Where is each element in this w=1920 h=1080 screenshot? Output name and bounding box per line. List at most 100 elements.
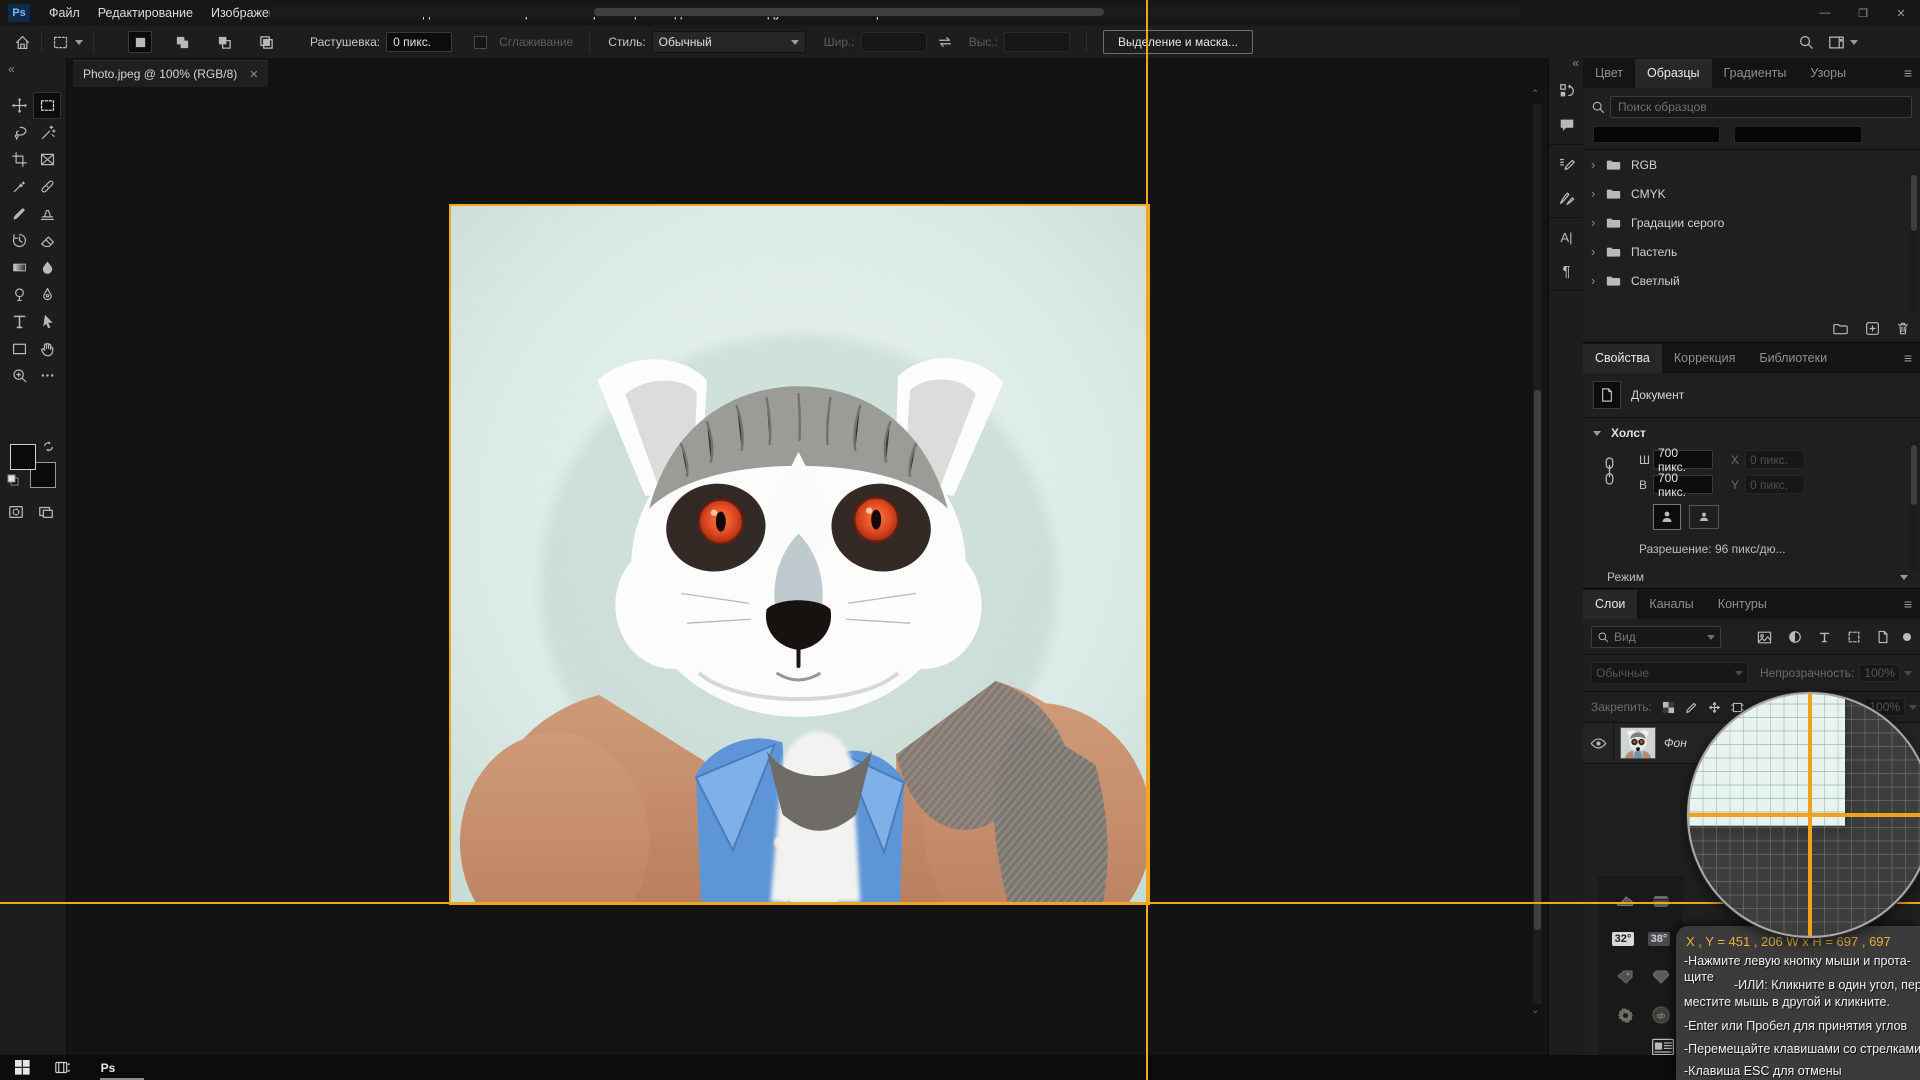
select-and-mask-button[interactable]: Выделение и маска... xyxy=(1103,30,1253,54)
clone-stamp-tool[interactable] xyxy=(33,200,61,227)
tab-swatches[interactable]: Образцы xyxy=(1635,59,1712,88)
scroll-down-arrow[interactable]: ⌄ xyxy=(1531,1006,1539,1016)
layer-visibility-toggle[interactable] xyxy=(1583,723,1614,763)
portrait-orientation-button[interactable] xyxy=(1653,504,1681,530)
layer-name[interactable]: Фон xyxy=(1664,736,1687,750)
blur-tool[interactable] xyxy=(33,254,61,281)
home-icon[interactable] xyxy=(14,34,31,51)
swatch-search-field[interactable] xyxy=(1616,99,1906,115)
hand-tool[interactable] xyxy=(33,335,61,362)
filter-shape-layers-icon[interactable] xyxy=(1847,630,1861,644)
feather-input[interactable]: 0 пикс. xyxy=(386,32,452,52)
swatch-group-cmyk[interactable]: › CMYK xyxy=(1583,179,1920,208)
tab-properties[interactable]: Свойства xyxy=(1583,344,1662,373)
section-expand-icon[interactable] xyxy=(1593,431,1601,436)
paragraph-panel-icon[interactable]: ¶ xyxy=(1549,254,1584,288)
windows-start-button[interactable] xyxy=(2,1055,42,1080)
canvas-width-input[interactable]: 700 пикс. xyxy=(1653,450,1713,469)
edit-toolbar-icon[interactable] xyxy=(33,362,61,389)
filter-adjustment-layers-icon[interactable] xyxy=(1788,630,1802,644)
new-group-icon[interactable] xyxy=(1832,321,1849,336)
horizontal-scroll-thumb[interactable] xyxy=(594,8,1104,16)
swatch-group-light[interactable]: › Светлый xyxy=(1583,266,1920,295)
chevron-down-icon[interactable] xyxy=(1900,575,1908,580)
brush-settings-panel-icon[interactable] xyxy=(1549,147,1584,181)
recent-swatch[interactable] xyxy=(1734,126,1862,143)
delete-icon[interactable] xyxy=(1896,321,1910,336)
zoom-tool[interactable] xyxy=(5,362,33,389)
canvas-height-input[interactable]: 700 пикс. xyxy=(1653,475,1713,494)
foreground-color-swatch[interactable] xyxy=(10,444,36,470)
type-tool[interactable] xyxy=(5,308,33,335)
new-selection-mode-button[interactable] xyxy=(128,31,152,53)
crop-tool[interactable] xyxy=(5,146,33,173)
tool-preset-icon[interactable] xyxy=(52,34,83,51)
gem-icon[interactable] xyxy=(1648,966,1674,988)
dodge-tool[interactable] xyxy=(5,281,33,308)
history-brush-tool[interactable] xyxy=(5,227,33,254)
lasso-tool[interactable] xyxy=(5,119,33,146)
layer-filter-select[interactable]: Вид xyxy=(1591,626,1721,648)
layer-thumbnail[interactable] xyxy=(1620,727,1656,759)
landscape-orientation-button[interactable] xyxy=(1689,505,1719,529)
eyedropper-tool[interactable] xyxy=(5,173,33,200)
tab-adjustments[interactable]: Коррекция xyxy=(1662,344,1747,373)
menu-file[interactable]: Файл xyxy=(40,6,89,20)
panel-menu-icon[interactable]: ≡ xyxy=(1904,65,1912,81)
search-icon[interactable] xyxy=(1798,34,1814,50)
temp-32-badge[interactable]: 32° xyxy=(1610,928,1636,950)
swatch-search-input[interactable] xyxy=(1610,96,1912,118)
eraser-tool[interactable] xyxy=(33,227,61,254)
menu-edit[interactable]: Редактирование xyxy=(89,6,202,20)
filter-toggle-dot[interactable] xyxy=(1903,633,1911,641)
quick-mask-icon[interactable] xyxy=(8,504,24,520)
brush-tool[interactable] xyxy=(5,200,33,227)
rectangular-marquee-tool[interactable] xyxy=(33,92,61,119)
horizontal-scrollbar[interactable] xyxy=(270,7,1520,17)
link-dimensions-icon[interactable] xyxy=(1603,456,1616,486)
tag-icon[interactable] xyxy=(1612,966,1638,988)
default-colors-icon[interactable] xyxy=(7,474,19,486)
swatch-group-rgb[interactable]: › RGB xyxy=(1583,150,1920,179)
character-panel-icon[interactable]: A| xyxy=(1549,220,1584,254)
collapse-tools-icon[interactable]: « xyxy=(8,62,14,76)
filter-pixel-layers-icon[interactable] xyxy=(1757,631,1772,644)
tab-patterns[interactable]: Узоры xyxy=(1798,59,1858,88)
swatch-group-pastel[interactable]: › Пастель xyxy=(1583,237,1920,266)
taskbar-photoshop-button[interactable]: Ps xyxy=(88,1055,128,1080)
collapse-panels-icon[interactable]: « xyxy=(1572,56,1578,70)
history-panel-icon[interactable] xyxy=(1549,74,1584,108)
document-tab[interactable]: Photo.jpeg @ 100% (RGB/8) ✕ xyxy=(73,60,268,87)
move-tool[interactable] xyxy=(5,92,33,119)
gradient-tool[interactable] xyxy=(5,254,33,281)
qb-icon[interactable]: qb xyxy=(1648,1004,1674,1026)
capture-selection-rectangle[interactable] xyxy=(449,204,1150,905)
tab-libraries[interactable]: Библиотеки xyxy=(1747,344,1839,373)
close-button[interactable]: ✕ xyxy=(1882,0,1920,26)
filter-type-layers-icon[interactable] xyxy=(1818,631,1831,644)
minimize-button[interactable]: — xyxy=(1806,0,1844,26)
tab-color[interactable]: Цвет xyxy=(1583,59,1635,88)
swatches-scroll-thumb[interactable] xyxy=(1911,175,1917,231)
path-select-tool[interactable] xyxy=(33,308,61,335)
brushes-panel-icon[interactable] xyxy=(1549,181,1584,215)
taskbar-app-icon[interactable] xyxy=(42,1055,82,1080)
antialias-checkbox[interactable] xyxy=(474,36,487,49)
workspace-icon[interactable] xyxy=(1828,35,1858,50)
gear-icon[interactable] xyxy=(1612,1004,1638,1026)
properties-scroll-thumb[interactable] xyxy=(1911,445,1917,505)
swap-colors-icon[interactable] xyxy=(42,440,55,453)
recent-swatch[interactable] xyxy=(1593,126,1720,143)
scroll-up-arrow[interactable]: ⌃ xyxy=(1531,90,1539,100)
magic-wand-tool[interactable] xyxy=(33,119,61,146)
style-select[interactable]: Обычный xyxy=(652,31,806,53)
filter-smart-objects-icon[interactable] xyxy=(1877,630,1889,644)
vertical-scrollbar[interactable] xyxy=(1533,104,1542,1004)
swap-dimensions-icon[interactable] xyxy=(937,35,953,49)
intersect-selection-mode-button[interactable] xyxy=(254,31,278,53)
subtract-selection-mode-button[interactable] xyxy=(212,31,236,53)
swatch-group-grayscale[interactable]: › Градации серого xyxy=(1583,208,1920,237)
comments-panel-icon[interactable] xyxy=(1549,108,1584,142)
panel-menu-icon[interactable]: ≡ xyxy=(1904,350,1912,366)
swatches-scrollbar[interactable] xyxy=(1910,173,1918,313)
